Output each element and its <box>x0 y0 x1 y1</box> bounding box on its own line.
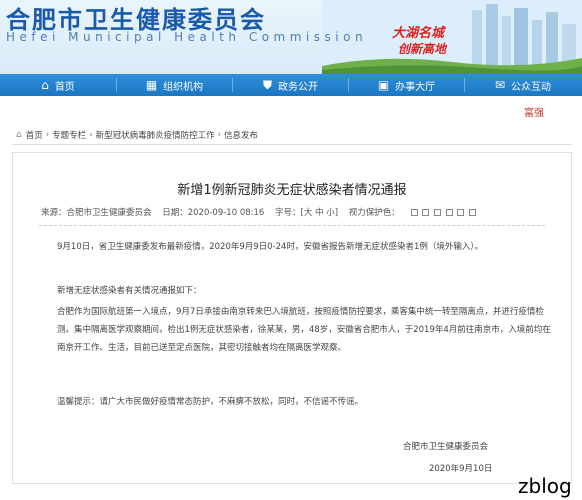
color-swatch[interactable] <box>422 209 430 216</box>
meta-eye-care: 视力保护色： <box>349 208 478 218</box>
org-icon: ▦ <box>145 78 158 92</box>
article-meta: 来源：合肥市卫生健康委员会 日期：2020-09-10 08:16 字号：[大 … <box>41 206 478 218</box>
main-nav: ⌂ 首页 ▦ 组织机构 ⛊ 政务公开 ▣ 办事大厅 ✉ 公众互动 <box>0 74 582 96</box>
breadcrumb-separator: › <box>45 130 50 140</box>
header-banner: 合肥市卫生健康委员会 Hefei Municipal Health Commis… <box>0 0 582 74</box>
meta-font-size[interactable]: 字号：[大 中 小] <box>275 208 338 218</box>
color-swatch[interactable] <box>433 209 441 216</box>
breadcrumb-home[interactable]: 首页 <box>26 129 43 141</box>
breadcrumb-separator: › <box>217 130 221 140</box>
shield-icon: ⛊ <box>262 77 272 92</box>
breadcrumb-covid[interactable]: 新型冠状病毒肺炎疫情防控工作 <box>96 129 215 141</box>
color-swatch[interactable] <box>469 209 477 216</box>
nav-label: 政务公开 <box>278 81 318 93</box>
meta-source: 来源：合肥市卫生健康委员会 <box>41 208 152 218</box>
nav-label: 办事大厅 <box>395 81 436 93</box>
chat-icon: ✉ <box>494 78 506 92</box>
breadcrumb-separator: › <box>89 130 93 140</box>
nav-item-gov-open[interactable]: ⛊ 政务公开 <box>233 74 348 96</box>
nav-label: 首页 <box>54 81 75 93</box>
signature-date: 2020年9月10日 <box>429 464 493 474</box>
meta-divider <box>39 225 545 226</box>
color-swatch[interactable] <box>457 209 465 216</box>
paragraph: 9月10日，省卫生健康委发布最新疫情，2020年9月9日0-24时，安徽省报告新… <box>57 242 484 252</box>
slogan-line-2: 创新高地 <box>398 42 447 56</box>
paragraph: 合肥作为国际航班第一入境点，9月7日承接由南京转来巴入境航班，按照疫情防控要求，… <box>57 307 551 353</box>
meta-date: 日期：2020-09-10 08:16 <box>162 208 265 218</box>
breadcrumb-info-release[interactable]: 信息发布 <box>224 129 258 141</box>
home-icon: ⌂ <box>16 130 22 140</box>
breadcrumb: ⌂ 首页 › 专题专栏 › 新型冠状病毒肺炎疫情防控工作 › 信息发布 <box>16 129 572 141</box>
breadcrumb-divider <box>12 144 572 145</box>
nav-item-home[interactable]: ⌂ 首页 <box>0 74 116 96</box>
paragraph: 新增无症状感染者有关情况通报如下： <box>57 286 202 296</box>
signature: 合肥市卫生健康委员会 <box>403 442 489 452</box>
nav-item-interaction[interactable]: ✉ 公众互动 <box>465 74 581 96</box>
nav-item-org[interactable]: ▦ 组织机构 <box>117 74 232 96</box>
nav-label: 公众互动 <box>511 81 552 93</box>
accessibility-link[interactable]: 富强 <box>524 104 544 119</box>
nav-label: 组织机构 <box>163 81 204 93</box>
color-swatch[interactable] <box>410 209 418 216</box>
breadcrumb-topics[interactable]: 专题专栏 <box>52 129 86 141</box>
site-title-english: Hefei Municipal Health Commission <box>6 30 368 44</box>
watermark: zblog <box>518 474 572 498</box>
nav-item-service-hall[interactable]: ▣ 办事大厅 <box>349 74 464 96</box>
color-swatch[interactable] <box>445 209 453 216</box>
briefcase-icon: ▣ <box>377 78 390 92</box>
article-title: 新增1例新冠肺炎无症状感染者情况通报 <box>177 183 407 198</box>
paragraph: 温馨提示：请广大市民做好疫情常态防护，不麻痹不放松，同时，不信谣不传谣。 <box>57 397 364 407</box>
article-panel: 新增1例新冠肺炎无症状感染者情况通报 来源：合肥市卫生健康委员会 日期：2020… <box>12 152 572 484</box>
slogan-line-1: 大湖名城 <box>392 26 445 41</box>
home-icon: ⌂ <box>41 78 49 92</box>
